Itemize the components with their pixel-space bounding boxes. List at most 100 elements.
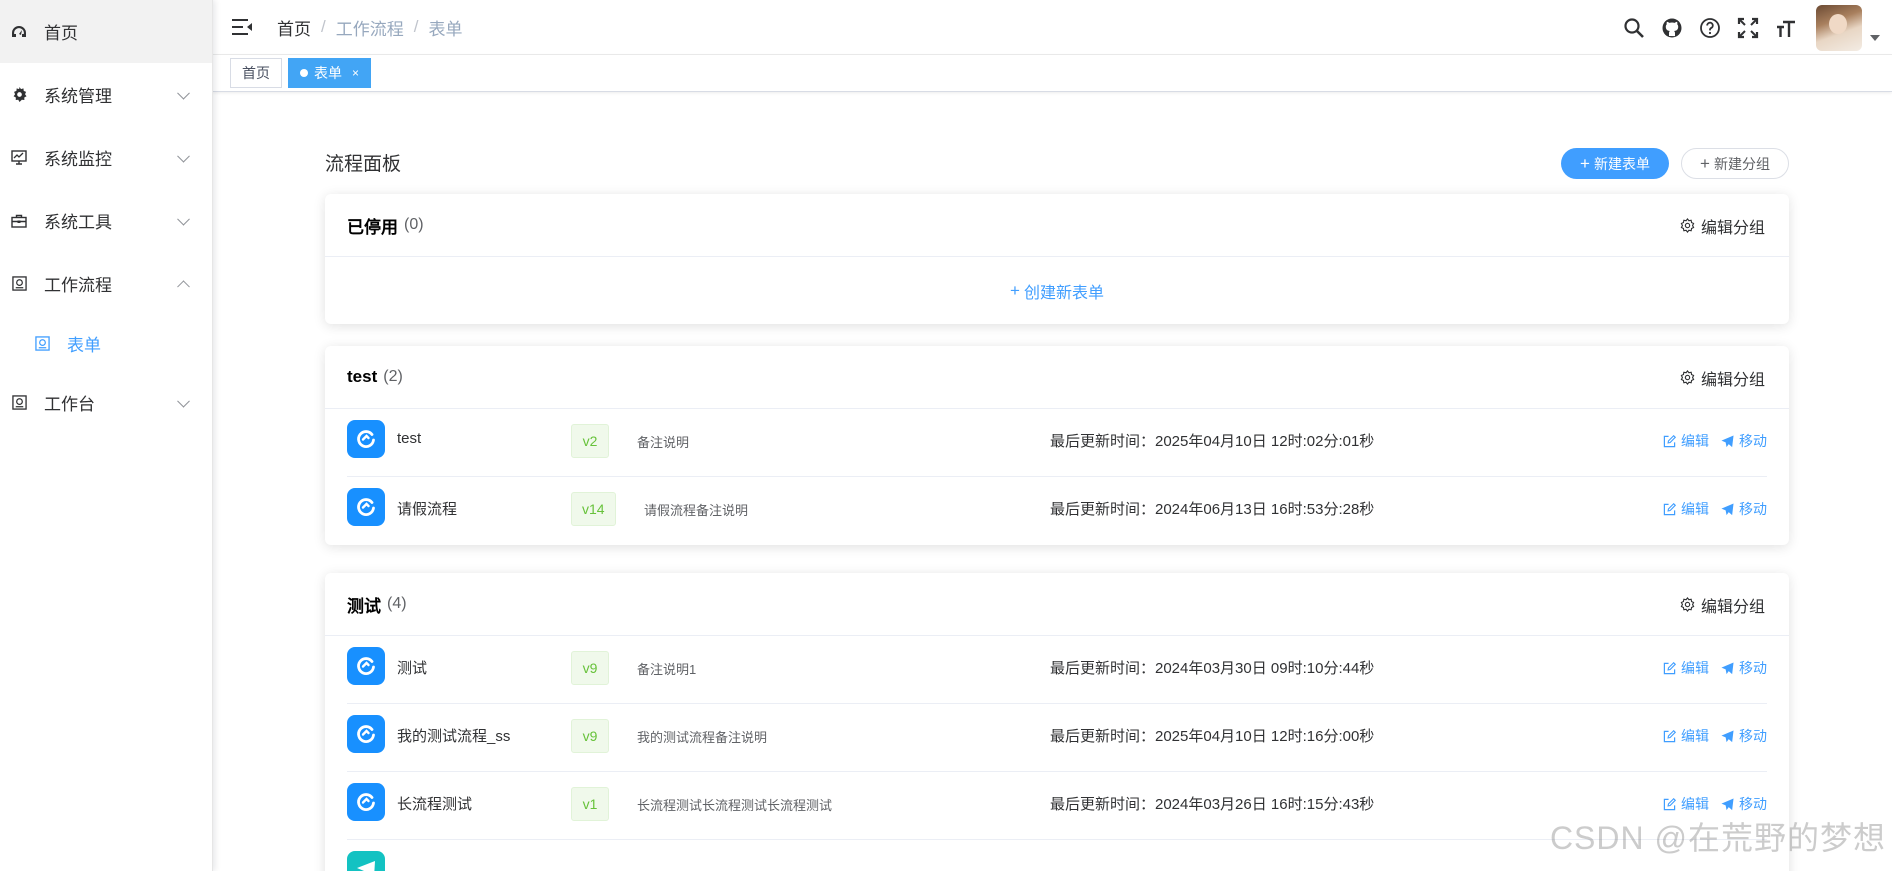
updated-time: 最后更新时间：2024年03月26日 16时:15分:43秒 <box>1050 796 1375 813</box>
sidebar-item-system-tools[interactable]: 系统工具 <box>0 189 212 252</box>
version-tag: v9 <box>571 719 609 753</box>
new-form-button[interactable]: + 新建表单 <box>1561 148 1669 179</box>
edit-button[interactable]: 编辑 <box>1663 431 1709 451</box>
group-count: (0) <box>404 216 424 233</box>
move-button[interactable]: 移动 <box>1721 726 1767 746</box>
navbar: 首页 / 工作流程 / 表单 <box>213 0 1892 55</box>
form-row: 测试 v9 备注说明1 最后更新时间：2024年03月30日 09时:10分:4… <box>347 636 1767 704</box>
sidebar-item-home[interactable]: 首页 <box>0 0 212 63</box>
tag-home[interactable]: 首页 <box>230 58 282 88</box>
form-logo-icon[interactable] <box>347 851 385 871</box>
help-icon[interactable] <box>1698 16 1722 40</box>
form-logo-icon[interactable] <box>347 715 385 753</box>
edit-group-button[interactable]: 编辑分组 <box>1680 573 1765 636</box>
chevron-down-icon <box>177 149 190 163</box>
move-label: 移动 <box>1739 796 1767 812</box>
github-icon[interactable] <box>1660 16 1684 40</box>
form-name[interactable]: test <box>397 430 421 447</box>
sidebar-subitem-form[interactable]: 表单 <box>0 315 212 371</box>
move-button[interactable]: 移动 <box>1721 499 1767 519</box>
move-label: 移动 <box>1739 660 1767 676</box>
breadcrumb-separator: / <box>413 17 419 36</box>
sidebar-item-label: 系统监控 <box>44 150 112 169</box>
plus-icon: + <box>1010 281 1020 300</box>
sidebar-item-system-monitor[interactable]: 系统监控 <box>0 126 212 189</box>
edit-group-label: 编辑分组 <box>1700 219 1765 237</box>
sidebar-item-system-management[interactable]: 系统管理 <box>0 63 212 126</box>
form-logo-icon[interactable] <box>347 420 385 458</box>
font-size-icon[interactable] <box>1774 16 1798 40</box>
tag-label: 首页 <box>242 65 270 81</box>
edit-group-button[interactable]: 编辑分组 <box>1680 346 1765 409</box>
row-actions: 编辑 移动 <box>1651 726 1767 746</box>
sidebar-subitem-label: 表单 <box>67 335 101 355</box>
send-icon <box>1721 797 1734 810</box>
updated-time: 最后更新时间：2024年03月30日 09时:10分:44秒 <box>1050 660 1375 677</box>
edit-button[interactable]: 编辑 <box>1663 499 1709 519</box>
chevron-up-icon <box>177 279 190 293</box>
group-count: (4) <box>387 595 407 612</box>
edit-group-label: 编辑分组 <box>1700 598 1765 616</box>
edit-label: 编辑 <box>1681 433 1709 449</box>
group-header: test (2) 编辑分组 <box>325 346 1789 409</box>
gear-icon <box>10 86 28 104</box>
breadcrumb-workflow[interactable]: 工作流程 <box>336 15 404 40</box>
form-name[interactable]: 长流程测试 <box>397 793 472 814</box>
form-description: 请假流程备注说明 <box>644 503 749 518</box>
new-form-label: 新建表单 <box>1593 155 1650 172</box>
search-icon[interactable] <box>1622 16 1646 40</box>
edit-button[interactable]: 编辑 <box>1663 726 1709 746</box>
edit-label: 编辑 <box>1681 501 1709 517</box>
form-name[interactable]: 请假流程 <box>397 498 457 519</box>
hamburger-icon[interactable] <box>231 18 253 36</box>
version-tag: v2 <box>571 424 609 458</box>
sidebar-item-label: 工作台 <box>44 395 95 414</box>
tag-form[interactable]: 表单 × <box>288 58 372 88</box>
active-dot-icon <box>300 69 308 77</box>
sidebar-item-label: 系统工具 <box>44 213 112 232</box>
sidebar: 首页 系统管理 系统监控 系统工具 工作流程 表单 工作台 <box>0 0 213 871</box>
breadcrumb-form: 表单 <box>428 19 463 39</box>
sidebar-item-workflow[interactable]: 工作流程 <box>0 252 212 315</box>
form-description: 备注说明 <box>637 435 690 450</box>
breadcrumb: 首页 / 工作流程 / 表单 <box>277 15 462 40</box>
form-logo-icon[interactable] <box>347 488 385 526</box>
close-icon[interactable]: × <box>352 59 359 87</box>
edit-icon <box>1663 729 1676 742</box>
sidebar-item-workbench[interactable]: 工作台 <box>0 371 212 434</box>
sidebar-item-label: 系统管理 <box>44 87 112 106</box>
row-actions: 编辑 移动 <box>1651 431 1767 451</box>
move-label: 移动 <box>1739 728 1767 744</box>
form-row: test v2 备注说明 最后更新时间：2025年04月10日 12时:02分:… <box>347 409 1767 477</box>
fullscreen-icon[interactable] <box>1736 16 1760 40</box>
row-actions: 编辑 移动 <box>1651 658 1767 678</box>
gear-icon <box>1680 218 1695 233</box>
version-tag: v14 <box>571 492 616 526</box>
create-new-form-link[interactable]: + 创建新表单 <box>325 257 1789 324</box>
page-title: 流程面板 <box>325 154 402 175</box>
breadcrumb-home[interactable]: 首页 <box>277 15 311 40</box>
form-row: 请假流程 v14 请假流程备注说明 最后更新时间：2024年06月13日 16时… <box>347 477 1767 545</box>
form-name[interactable]: 我的测试流程_ss <box>397 725 510 746</box>
form-name[interactable]: 测试 <box>397 657 427 678</box>
form-logo-icon[interactable] <box>347 783 385 821</box>
move-button[interactable]: 移动 <box>1721 431 1767 451</box>
send-icon <box>1721 729 1734 742</box>
new-group-button[interactable]: + 新建分组 <box>1681 148 1789 179</box>
edit-button[interactable]: 编辑 <box>1663 794 1709 814</box>
form-row: 我的测试流程_ss v9 我的测试流程备注说明 最后更新时间：2025年04月1… <box>347 704 1767 772</box>
workbench-icon <box>10 394 28 412</box>
edit-group-button[interactable]: 编辑分组 <box>1680 194 1765 257</box>
form-logo-icon[interactable] <box>347 647 385 685</box>
group-name: 测试 <box>347 596 381 616</box>
edit-button[interactable]: 编辑 <box>1663 658 1709 678</box>
monitor-icon <box>10 149 28 167</box>
tags-view: 首页 表单 × <box>213 55 1892 92</box>
avatar[interactable] <box>1816 4 1862 51</box>
move-button[interactable]: 移动 <box>1721 658 1767 678</box>
edit-icon <box>1663 502 1676 515</box>
move-label: 移动 <box>1739 433 1767 449</box>
updated-time: 最后更新时间：2025年04月10日 12时:02分:01秒 <box>1050 433 1375 450</box>
move-button[interactable]: 移动 <box>1721 794 1767 814</box>
caret-down-icon[interactable] <box>1870 34 1880 41</box>
